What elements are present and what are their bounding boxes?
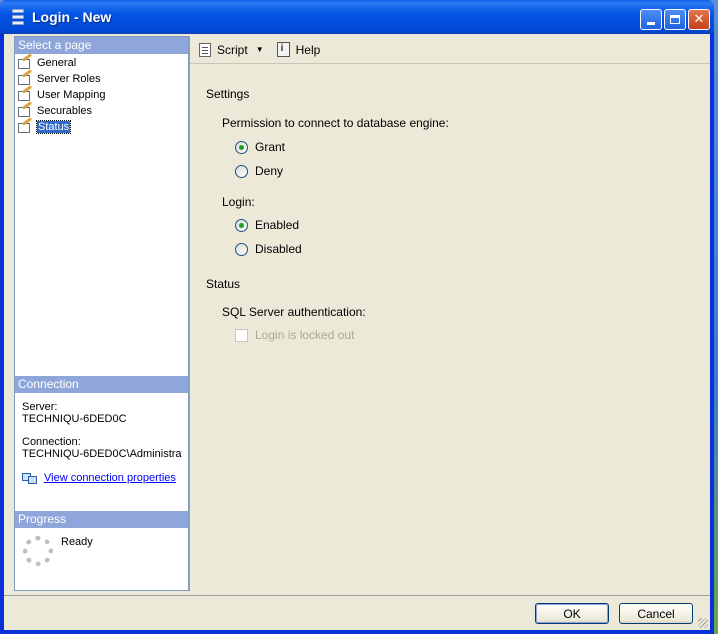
close-button[interactable]: ✕ — [688, 9, 710, 30]
enabled-radio[interactable] — [235, 218, 248, 232]
resize-grip-icon[interactable] — [698, 618, 708, 628]
settings-title: Settings — [206, 87, 250, 101]
status-title: Status — [206, 277, 241, 291]
maximize-icon — [670, 15, 680, 24]
progress-section: Progress Ready — [15, 511, 188, 566]
page-item-securables[interactable]: Securables — [17, 101, 188, 119]
page-item-label: User Mapping — [37, 89, 106, 101]
page-list: General Server Roles User Mapping Secura… — [15, 53, 188, 135]
enabled-label: Enabled — [255, 218, 300, 232]
page-item-server-roles[interactable]: Server Roles — [17, 69, 188, 87]
help-label: Help — [295, 42, 321, 57]
view-connection-properties-link[interactable]: View connection properties — [44, 472, 176, 484]
connection-header: Connection — [15, 376, 188, 393]
page-settings-icon — [17, 101, 33, 118]
dropdown-arrow-icon[interactable]: ▼ — [256, 45, 264, 54]
dialog-footer: OK Cancel — [4, 595, 710, 630]
connection-label: Connection: — [22, 436, 81, 448]
locked-out-checkbox — [235, 328, 248, 342]
enabled-radio-row[interactable]: Enabled — [235, 213, 710, 237]
view-connection-properties-row: View connection properties — [22, 471, 188, 485]
grant-radio-row[interactable]: Grant — [235, 135, 710, 159]
page-item-label: Securables — [37, 105, 93, 117]
login-label: Login: — [222, 195, 255, 209]
connection-section: Connection Server: TECHNIQU-6DED0C Conne… — [15, 376, 188, 485]
dialog-client-area: Select a page General Server Roles User … — [4, 34, 710, 630]
deny-radio-row[interactable]: Deny — [235, 159, 710, 183]
server-value: TECHNIQU-6DED0C — [22, 413, 127, 425]
script-button[interactable]: Script ▼ — [197, 42, 264, 58]
page-item-label: Status — [35, 120, 72, 134]
page-settings-icon — [17, 53, 33, 70]
script-label: Script — [217, 42, 248, 57]
select-page-header: Select a page — [15, 37, 188, 54]
deny-radio[interactable] — [235, 164, 248, 178]
deny-label: Deny — [255, 164, 284, 178]
permission-label: Permission to connect to database engine… — [222, 116, 449, 130]
page-settings-icon — [17, 85, 33, 102]
page-item-label: Server Roles — [37, 73, 101, 85]
page-settings-icon — [17, 69, 33, 86]
progress-header: Progress — [15, 511, 188, 528]
locked-out-label: Login is locked out — [255, 328, 355, 342]
disabled-label: Disabled — [255, 242, 302, 256]
help-icon — [276, 41, 292, 58]
progress-status: Ready — [61, 536, 93, 548]
progress-body: Ready — [15, 528, 188, 566]
left-pane: Select a page General Server Roles User … — [14, 36, 189, 591]
window-title: Login - New — [32, 9, 112, 25]
minimize-icon — [647, 22, 655, 25]
help-button[interactable]: Help — [276, 41, 321, 58]
title-bar[interactable]: Login - New ✕ — [0, 0, 714, 34]
connection-value: TECHNIQU-6DED0C\Administrator — [22, 448, 182, 460]
page-item-label: General — [37, 57, 77, 69]
login-new-dialog: Login - New ✕ Select a page General Serv… — [0, 0, 714, 634]
disabled-radio-row[interactable]: Disabled — [235, 237, 710, 261]
maximize-button[interactable] — [664, 9, 686, 30]
page-item-status[interactable]: Status — [17, 117, 188, 135]
server-label: Server: — [22, 401, 58, 413]
status-page-content: Settings Permission to connect to databa… — [190, 87, 710, 347]
right-pane: Script ▼ Help Settings Permission to con… — [189, 36, 710, 591]
page-item-user-mapping[interactable]: User Mapping — [17, 85, 188, 103]
locked-out-row: Login is locked out — [235, 323, 710, 347]
progress-spinner-icon — [23, 536, 53, 566]
window-controls: ✕ — [640, 9, 710, 30]
page-settings-icon — [17, 117, 33, 134]
minimize-button[interactable] — [640, 9, 662, 30]
cancel-button[interactable]: Cancel — [619, 603, 693, 624]
grant-radio[interactable] — [235, 140, 248, 154]
script-icon — [197, 42, 213, 58]
close-icon: ✕ — [693, 12, 705, 27]
grant-label: Grant — [255, 140, 286, 154]
disabled-radio[interactable] — [235, 242, 248, 256]
connection-properties-icon — [22, 471, 38, 485]
ok-button[interactable]: OK — [535, 603, 609, 624]
toolbar: Script ▼ Help — [190, 36, 710, 64]
connection-details: Server: TECHNIQU-6DED0C Connection: TECH… — [15, 393, 188, 485]
database-icon — [12, 9, 24, 25]
sql-auth-label: SQL Server authentication: — [222, 305, 366, 319]
page-item-general[interactable]: General — [17, 53, 188, 71]
